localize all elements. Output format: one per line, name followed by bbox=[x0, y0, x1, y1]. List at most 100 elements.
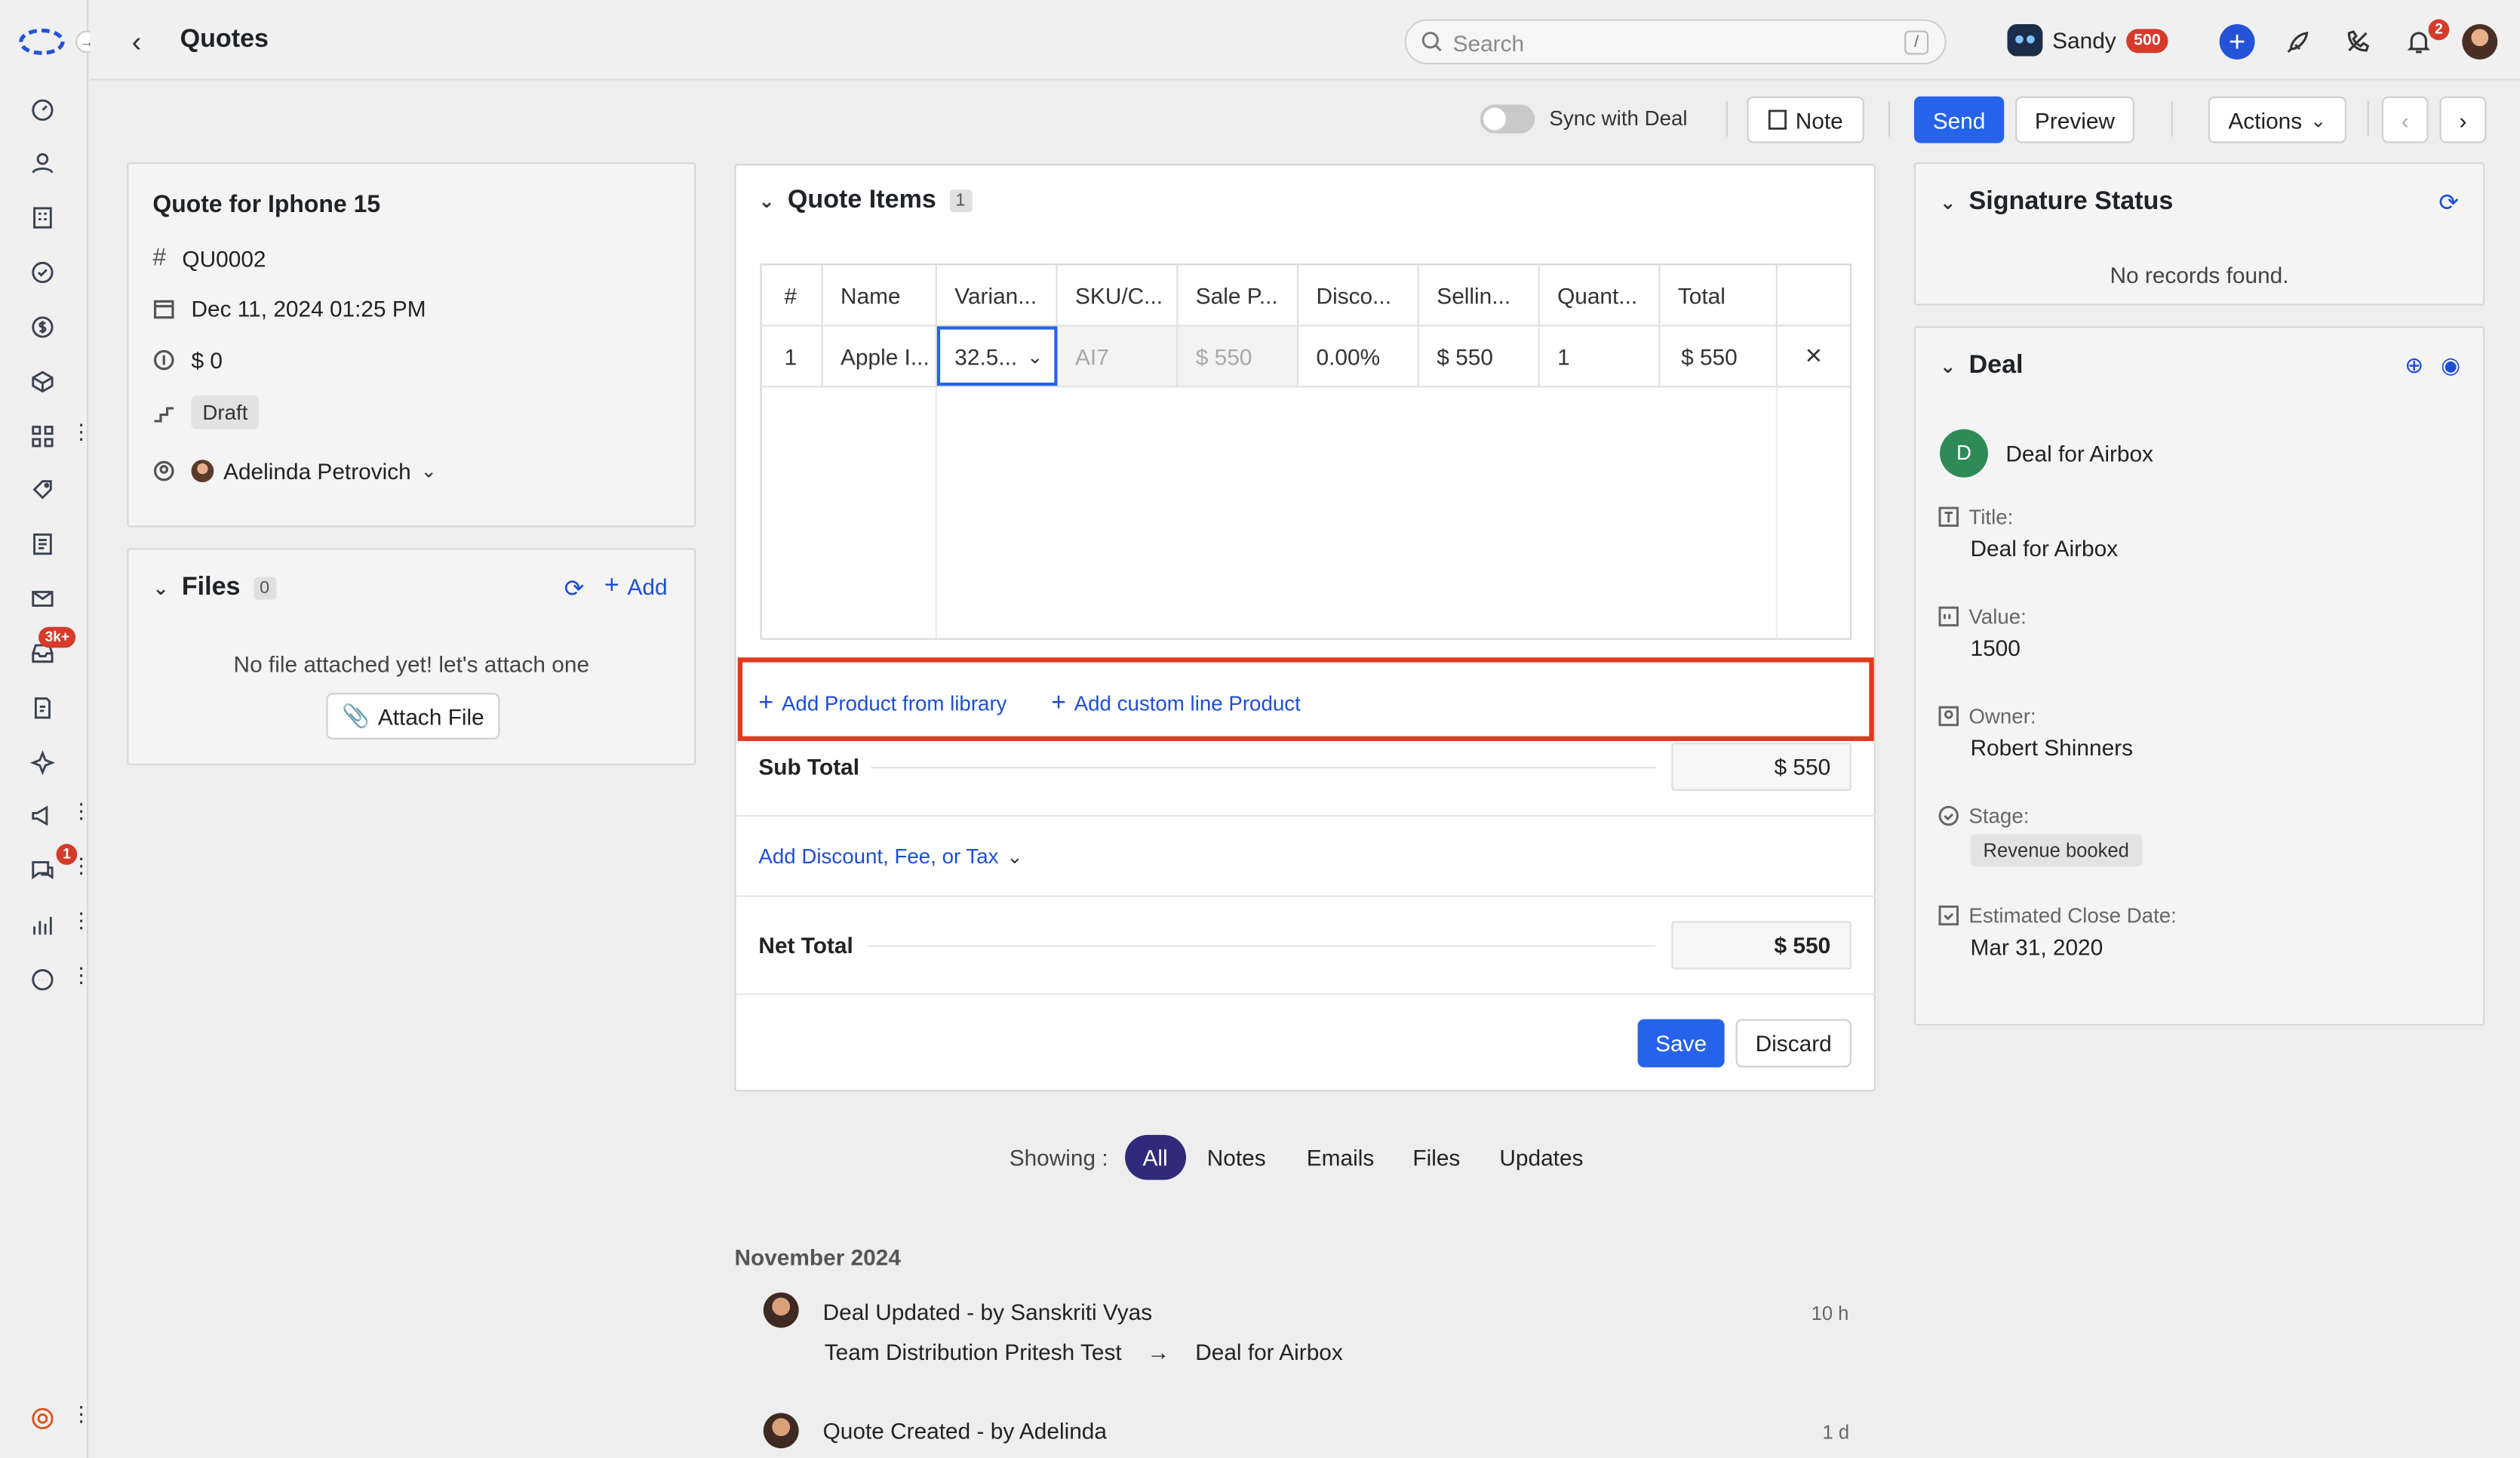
campaign-more-icon[interactable]: ⋮ bbox=[71, 801, 92, 822]
filter-notes[interactable]: Notes bbox=[1207, 1135, 1266, 1180]
status-badge[interactable]: Draft bbox=[191, 395, 260, 429]
discount-input[interactable]: 0.00% bbox=[1298, 326, 1419, 386]
product-name-cell[interactable]: Apple I... bbox=[823, 326, 937, 386]
accounts-icon[interactable] bbox=[26, 201, 58, 233]
remove-row-icon[interactable]: × bbox=[1778, 326, 1850, 386]
files-empty-text: No file attached yet! let's attach one bbox=[233, 651, 590, 677]
add-file-button[interactable]: + Add bbox=[604, 573, 668, 599]
chat-more-icon[interactable]: ⋮ bbox=[71, 855, 92, 876]
filter-all[interactable]: All bbox=[1125, 1134, 1186, 1180]
user-menu[interactable]: Sandy 500 bbox=[2007, 23, 2169, 57]
apps-icon[interactable] bbox=[26, 420, 58, 452]
help-icon[interactable] bbox=[26, 1401, 58, 1434]
more-more-icon[interactable]: ⋮ bbox=[71, 964, 92, 986]
column-guide bbox=[935, 387, 937, 638]
divider bbox=[736, 993, 1876, 995]
preview-button[interactable]: Preview bbox=[2015, 96, 2134, 143]
attach-file-button[interactable]: 📎 Attach File bbox=[326, 693, 500, 740]
variant-value: 32.5... bbox=[954, 343, 1018, 369]
tasks-icon[interactable] bbox=[26, 256, 58, 288]
col-sale-price[interactable]: Sale P... bbox=[1178, 265, 1299, 325]
reports-icon[interactable] bbox=[26, 909, 58, 941]
contacts-icon[interactable] bbox=[26, 146, 58, 179]
deal-title-value: Deal for Airbox bbox=[1970, 535, 2119, 561]
col-name[interactable]: Name bbox=[823, 265, 937, 325]
files-header[interactable]: ⌄ Files 0 bbox=[152, 574, 276, 602]
activity-item-title[interactable]: Quote Created - by Adelinda bbox=[823, 1418, 1107, 1444]
deal-name-link[interactable]: Deal for Airbox bbox=[2005, 441, 2153, 466]
toolbar-divider bbox=[2367, 101, 2369, 137]
prev-record-button[interactable]: ‹ bbox=[2381, 96, 2429, 143]
save-button[interactable]: Save bbox=[1637, 1019, 1725, 1068]
add-product-from-library-button[interactable]: + Add Product from library bbox=[758, 690, 1006, 715]
col-total[interactable]: Total bbox=[1660, 265, 1778, 325]
forms-icon[interactable] bbox=[26, 691, 58, 724]
quote-status-row: Draft bbox=[152, 395, 260, 429]
filter-emails[interactable]: Emails bbox=[1307, 1135, 1374, 1180]
chevron-down-icon: ⌄ bbox=[758, 189, 775, 213]
filter-files[interactable]: Files bbox=[1412, 1135, 1460, 1180]
total-cell: $ 550 bbox=[1660, 326, 1778, 386]
chevron-down-icon: ⌄ bbox=[152, 577, 169, 600]
currency-icon bbox=[153, 349, 174, 371]
col-discount[interactable]: Disco... bbox=[1298, 265, 1419, 325]
variant-select[interactable]: 32.5... ⌄ bbox=[936, 326, 1058, 386]
quote-items-header[interactable]: ⌄ Quote Items 1 bbox=[758, 186, 972, 215]
phone-icon[interactable] bbox=[2340, 24, 2375, 60]
email-icon[interactable] bbox=[26, 582, 58, 614]
search-placeholder: Search bbox=[1452, 30, 1525, 57]
deal-value-label: Value: bbox=[1938, 604, 2027, 629]
refresh-icon[interactable]: ⟳ bbox=[564, 574, 585, 603]
search-input[interactable]: Search / bbox=[1404, 19, 1947, 65]
eye-icon[interactable]: ◉ bbox=[2441, 352, 2460, 379]
refresh-icon[interactable]: ⟳ bbox=[2439, 188, 2459, 217]
col-quantity[interactable]: Quant... bbox=[1540, 265, 1661, 325]
sale-price-cell: $ 550 bbox=[1178, 326, 1299, 386]
col-sku[interactable]: SKU/C... bbox=[1058, 265, 1179, 325]
arrow-right-icon: → bbox=[1147, 1339, 1170, 1365]
signature-status-title: Signature Status bbox=[1968, 188, 2174, 216]
signature-status-header[interactable]: ⌄ Signature Status bbox=[1940, 188, 2173, 217]
selling-price-input[interactable]: $ 550 bbox=[1419, 326, 1540, 386]
sync-with-deal-toggle[interactable] bbox=[1480, 104, 1535, 134]
send-button[interactable]: Send bbox=[1913, 96, 2005, 143]
create-plus-icon[interactable]: + bbox=[2219, 23, 2255, 60]
col-selling-price[interactable]: Sellin... bbox=[1419, 265, 1540, 325]
help-more-icon[interactable]: ⋮ bbox=[71, 1404, 92, 1425]
products-icon[interactable] bbox=[26, 365, 58, 398]
chevron-down-icon: ⌄ bbox=[1940, 355, 1956, 378]
campaign-icon[interactable] bbox=[26, 799, 58, 832]
note-button[interactable]: Note bbox=[1747, 96, 1864, 143]
col-variant[interactable]: Varian... bbox=[937, 265, 1058, 325]
owner-name: Adelinda Petrovich bbox=[223, 458, 411, 484]
activity-change: Team Distribution Pritesh Test → Deal fo… bbox=[825, 1339, 1343, 1364]
add-discount-fee-tax-dropdown[interactable]: Add Discount, Fee, or Tax ⌄ bbox=[758, 844, 1022, 868]
app-logo-icon[interactable] bbox=[17, 27, 66, 56]
more-icon[interactable] bbox=[26, 963, 58, 995]
apps-more-icon[interactable]: ⋮ bbox=[71, 421, 92, 442]
dashboard-icon[interactable] bbox=[26, 94, 58, 126]
quote-number-row: # QU0002 bbox=[152, 245, 266, 272]
link-icon[interactable]: ⊕ bbox=[2405, 352, 2423, 379]
profile-avatar[interactable] bbox=[2462, 23, 2498, 60]
add-custom-line-button[interactable]: + Add custom line Product bbox=[1051, 690, 1301, 715]
deal-header[interactable]: ⌄ Deal bbox=[1940, 352, 2023, 380]
chat-icon[interactable] bbox=[26, 854, 58, 886]
sparkle-icon[interactable] bbox=[26, 746, 58, 778]
actions-dropdown[interactable]: Actions ⌄ bbox=[2208, 96, 2346, 143]
deals-icon[interactable] bbox=[26, 310, 58, 343]
send-button-label: Send bbox=[1932, 106, 1986, 133]
rocket-icon[interactable] bbox=[2281, 24, 2316, 60]
owner-select[interactable]: Adelinda Petrovich ⌄ bbox=[191, 458, 437, 484]
activity-author: - by Sanskriti Vyas bbox=[960, 1299, 1153, 1325]
back-icon[interactable]: ‹ bbox=[132, 26, 142, 60]
activity-to: Deal for Airbox bbox=[1195, 1339, 1343, 1365]
quantity-input[interactable]: 1 bbox=[1540, 326, 1661, 386]
documents-icon[interactable] bbox=[26, 528, 58, 560]
tags-icon[interactable] bbox=[26, 472, 58, 505]
next-record-button[interactable]: › bbox=[2439, 96, 2487, 143]
filter-updates[interactable]: Updates bbox=[1499, 1135, 1583, 1180]
activity-item-title[interactable]: Deal Updated - by Sanskriti Vyas bbox=[823, 1299, 1153, 1324]
discard-button[interactable]: Discard bbox=[1735, 1019, 1852, 1068]
reports-more-icon[interactable]: ⋮ bbox=[71, 910, 92, 931]
